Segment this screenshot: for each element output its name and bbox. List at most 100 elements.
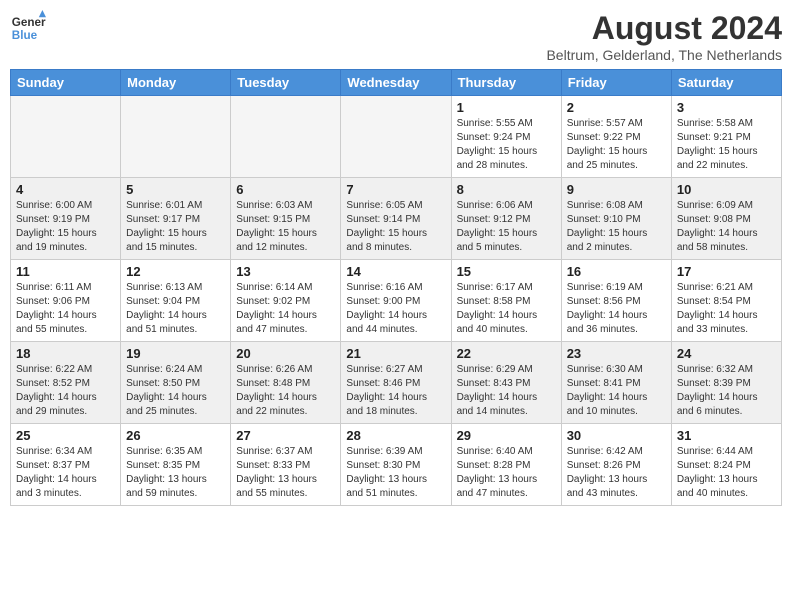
table-row: 6Sunrise: 6:03 AM Sunset: 9:15 PM Daylig… xyxy=(231,178,341,260)
day-info: Sunrise: 6:14 AM Sunset: 9:02 PM Dayligh… xyxy=(236,281,335,337)
calendar-week-row: 1Sunrise: 5:55 AM Sunset: 9:24 PM Daylig… xyxy=(11,96,782,178)
table-row: 15 Sunrise: 6:17 AM Sunset: 8:58 PM Dayli… xyxy=(451,260,561,342)
table-row: 14 Sunrise: 6:16 AM Sunset: 9:00 PM Dayli… xyxy=(341,260,451,342)
day-info: Sunrise: 6:39 AM Sunset: 8:30 PM Dayligh… xyxy=(346,445,445,501)
day-number: 27 xyxy=(236,428,335,443)
table-row: 8 Sunrise: 6:06 AM Sunset: 9:12 PM Daylig… xyxy=(451,178,561,260)
table-row: 16 Sunrise: 6:19 AM Sunset: 8:56 PM Dayli… xyxy=(561,260,671,342)
table-row: 7 Sunrise: 6:05 AM Sunset: 9:14 PM Daylig… xyxy=(341,178,451,260)
day-info: Sunrise: 6:00 AM Sunset: 9:19 PM Dayligh… xyxy=(16,199,115,255)
table-row: 13Sunrise: 6:14 AM Sunset: 9:02 PM Dayli… xyxy=(231,260,341,342)
table-row: 26 Sunrise: 6:35 AM Sunset: 8:35 PM Dayli… xyxy=(121,424,231,506)
calendar-table: Sunday Monday Tuesday Wednesday Thursday… xyxy=(10,69,782,506)
day-number: 8 xyxy=(457,182,556,197)
table-row: 22 Sunrise: 6:29 AM Sunset: 8:43 PM Dayli… xyxy=(451,342,561,424)
day-info: Sunrise: 6:37 AM Sunset: 8:33 PM Dayligh… xyxy=(236,445,335,501)
table-row: 25 Sunrise: 6:34 AM Sunset: 8:37 PM Dayli… xyxy=(11,424,121,506)
day-number: 30 xyxy=(567,428,666,443)
day-info: Sunrise: 6:30 AM Sunset: 8:41 PM Dayligh… xyxy=(567,363,666,419)
day-number: 15 xyxy=(457,264,556,279)
table-row xyxy=(231,96,341,178)
day-info: Sunrise: 6:19 AM Sunset: 8:56 PM Dayligh… xyxy=(567,281,666,337)
day-number: 2 xyxy=(567,100,666,115)
table-row: 9Sunrise: 6:08 AM Sunset: 9:10 PM Daylig… xyxy=(561,178,671,260)
table-row: 1Sunrise: 5:55 AM Sunset: 9:24 PM Daylig… xyxy=(451,96,561,178)
day-number: 26 xyxy=(126,428,225,443)
day-info: Sunrise: 6:05 AM Sunset: 9:14 PM Dayligh… xyxy=(346,199,445,255)
day-info: Sunrise: 6:13 AM Sunset: 9:04 PM Dayligh… xyxy=(126,281,225,337)
logo: General Blue xyxy=(10,10,46,46)
calendar-week-row: 25 Sunrise: 6:34 AM Sunset: 8:37 PM Dayli… xyxy=(11,424,782,506)
day-info: Sunrise: 6:06 AM Sunset: 9:12 PM Dayligh… xyxy=(457,199,556,255)
day-number: 14 xyxy=(346,264,445,279)
day-info: Sunrise: 5:57 AM Sunset: 9:22 PM Dayligh… xyxy=(567,117,666,173)
day-info: Sunrise: 5:58 AM Sunset: 9:21 PM Dayligh… xyxy=(677,117,776,173)
table-row: 31 Sunrise: 6:44 AM Sunset: 8:24 PM Dayli… xyxy=(671,424,781,506)
day-number: 5 xyxy=(126,182,225,197)
day-number: 4 xyxy=(16,182,115,197)
table-row: 17Sunrise: 6:21 AM Sunset: 8:54 PM Dayli… xyxy=(671,260,781,342)
table-row: 5Sunrise: 6:01 AM Sunset: 9:17 PM Daylig… xyxy=(121,178,231,260)
table-row: 19 Sunrise: 6:24 AM Sunset: 8:50 PM Dayli… xyxy=(121,342,231,424)
table-row xyxy=(121,96,231,178)
day-info: Sunrise: 5:55 AM Sunset: 9:24 PM Dayligh… xyxy=(457,117,556,173)
day-number: 18 xyxy=(16,346,115,361)
day-number: 22 xyxy=(457,346,556,361)
calendar-week-row: 4 Sunrise: 6:00 AM Sunset: 9:19 PM Daylig… xyxy=(11,178,782,260)
col-wednesday: Wednesday xyxy=(341,70,451,96)
svg-text:Blue: Blue xyxy=(12,29,38,42)
calendar-week-row: 11 Sunrise: 6:11 AM Sunset: 9:06 PM Dayli… xyxy=(11,260,782,342)
day-number: 12 xyxy=(126,264,225,279)
day-info: Sunrise: 6:40 AM Sunset: 8:28 PM Dayligh… xyxy=(457,445,556,501)
day-number: 7 xyxy=(346,182,445,197)
day-info: Sunrise: 6:22 AM Sunset: 8:52 PM Dayligh… xyxy=(16,363,115,419)
col-saturday: Saturday xyxy=(671,70,781,96)
day-info: Sunrise: 6:03 AM Sunset: 9:15 PM Dayligh… xyxy=(236,199,335,255)
title-block: August 2024 Beltrum, Gelderland, The Net… xyxy=(546,10,782,63)
table-row: 4 Sunrise: 6:00 AM Sunset: 9:19 PM Daylig… xyxy=(11,178,121,260)
day-number: 11 xyxy=(16,264,115,279)
day-number: 28 xyxy=(346,428,445,443)
day-info: Sunrise: 6:44 AM Sunset: 8:24 PM Dayligh… xyxy=(677,445,776,501)
day-number: 29 xyxy=(457,428,556,443)
col-monday: Monday xyxy=(121,70,231,96)
day-info: Sunrise: 6:35 AM Sunset: 8:35 PM Dayligh… xyxy=(126,445,225,501)
day-info: Sunrise: 6:29 AM Sunset: 8:43 PM Dayligh… xyxy=(457,363,556,419)
day-info: Sunrise: 6:21 AM Sunset: 8:54 PM Dayligh… xyxy=(677,281,776,337)
svg-text:General: General xyxy=(12,16,46,29)
day-number: 24 xyxy=(677,346,776,361)
day-info: Sunrise: 6:17 AM Sunset: 8:58 PM Dayligh… xyxy=(457,281,556,337)
col-tuesday: Tuesday xyxy=(231,70,341,96)
col-friday: Friday xyxy=(561,70,671,96)
table-row: 29 Sunrise: 6:40 AM Sunset: 8:28 PM Dayli… xyxy=(451,424,561,506)
table-row: 30Sunrise: 6:42 AM Sunset: 8:26 PM Dayli… xyxy=(561,424,671,506)
day-info: Sunrise: 6:09 AM Sunset: 9:08 PM Dayligh… xyxy=(677,199,776,255)
day-info: Sunrise: 6:34 AM Sunset: 8:37 PM Dayligh… xyxy=(16,445,115,501)
day-number: 23 xyxy=(567,346,666,361)
table-row: 3Sunrise: 5:58 AM Sunset: 9:21 PM Daylig… xyxy=(671,96,781,178)
day-number: 9 xyxy=(567,182,666,197)
table-row xyxy=(11,96,121,178)
day-info: Sunrise: 6:27 AM Sunset: 8:46 PM Dayligh… xyxy=(346,363,445,419)
day-info: Sunrise: 6:24 AM Sunset: 8:50 PM Dayligh… xyxy=(126,363,225,419)
table-row: 28 Sunrise: 6:39 AM Sunset: 8:30 PM Dayli… xyxy=(341,424,451,506)
table-row: 18 Sunrise: 6:22 AM Sunset: 8:52 PM Dayli… xyxy=(11,342,121,424)
col-thursday: Thursday xyxy=(451,70,561,96)
day-number: 19 xyxy=(126,346,225,361)
day-number: 31 xyxy=(677,428,776,443)
col-sunday: Sunday xyxy=(11,70,121,96)
logo-icon: General Blue xyxy=(10,10,46,46)
day-number: 21 xyxy=(346,346,445,361)
day-info: Sunrise: 6:16 AM Sunset: 9:00 PM Dayligh… xyxy=(346,281,445,337)
calendar-week-row: 18 Sunrise: 6:22 AM Sunset: 8:52 PM Dayli… xyxy=(11,342,782,424)
table-row: 20Sunrise: 6:26 AM Sunset: 8:48 PM Dayli… xyxy=(231,342,341,424)
table-row: 2 Sunrise: 5:57 AM Sunset: 9:22 PM Daylig… xyxy=(561,96,671,178)
calendar-header-row: Sunday Monday Tuesday Wednesday Thursday… xyxy=(11,70,782,96)
day-number: 25 xyxy=(16,428,115,443)
month-year-title: August 2024 xyxy=(546,10,782,47)
day-number: 16 xyxy=(567,264,666,279)
table-row: 10Sunrise: 6:09 AM Sunset: 9:08 PM Dayli… xyxy=(671,178,781,260)
day-info: Sunrise: 6:11 AM Sunset: 9:06 PM Dayligh… xyxy=(16,281,115,337)
day-info: Sunrise: 6:32 AM Sunset: 8:39 PM Dayligh… xyxy=(677,363,776,419)
table-row: 12 Sunrise: 6:13 AM Sunset: 9:04 PM Dayli… xyxy=(121,260,231,342)
